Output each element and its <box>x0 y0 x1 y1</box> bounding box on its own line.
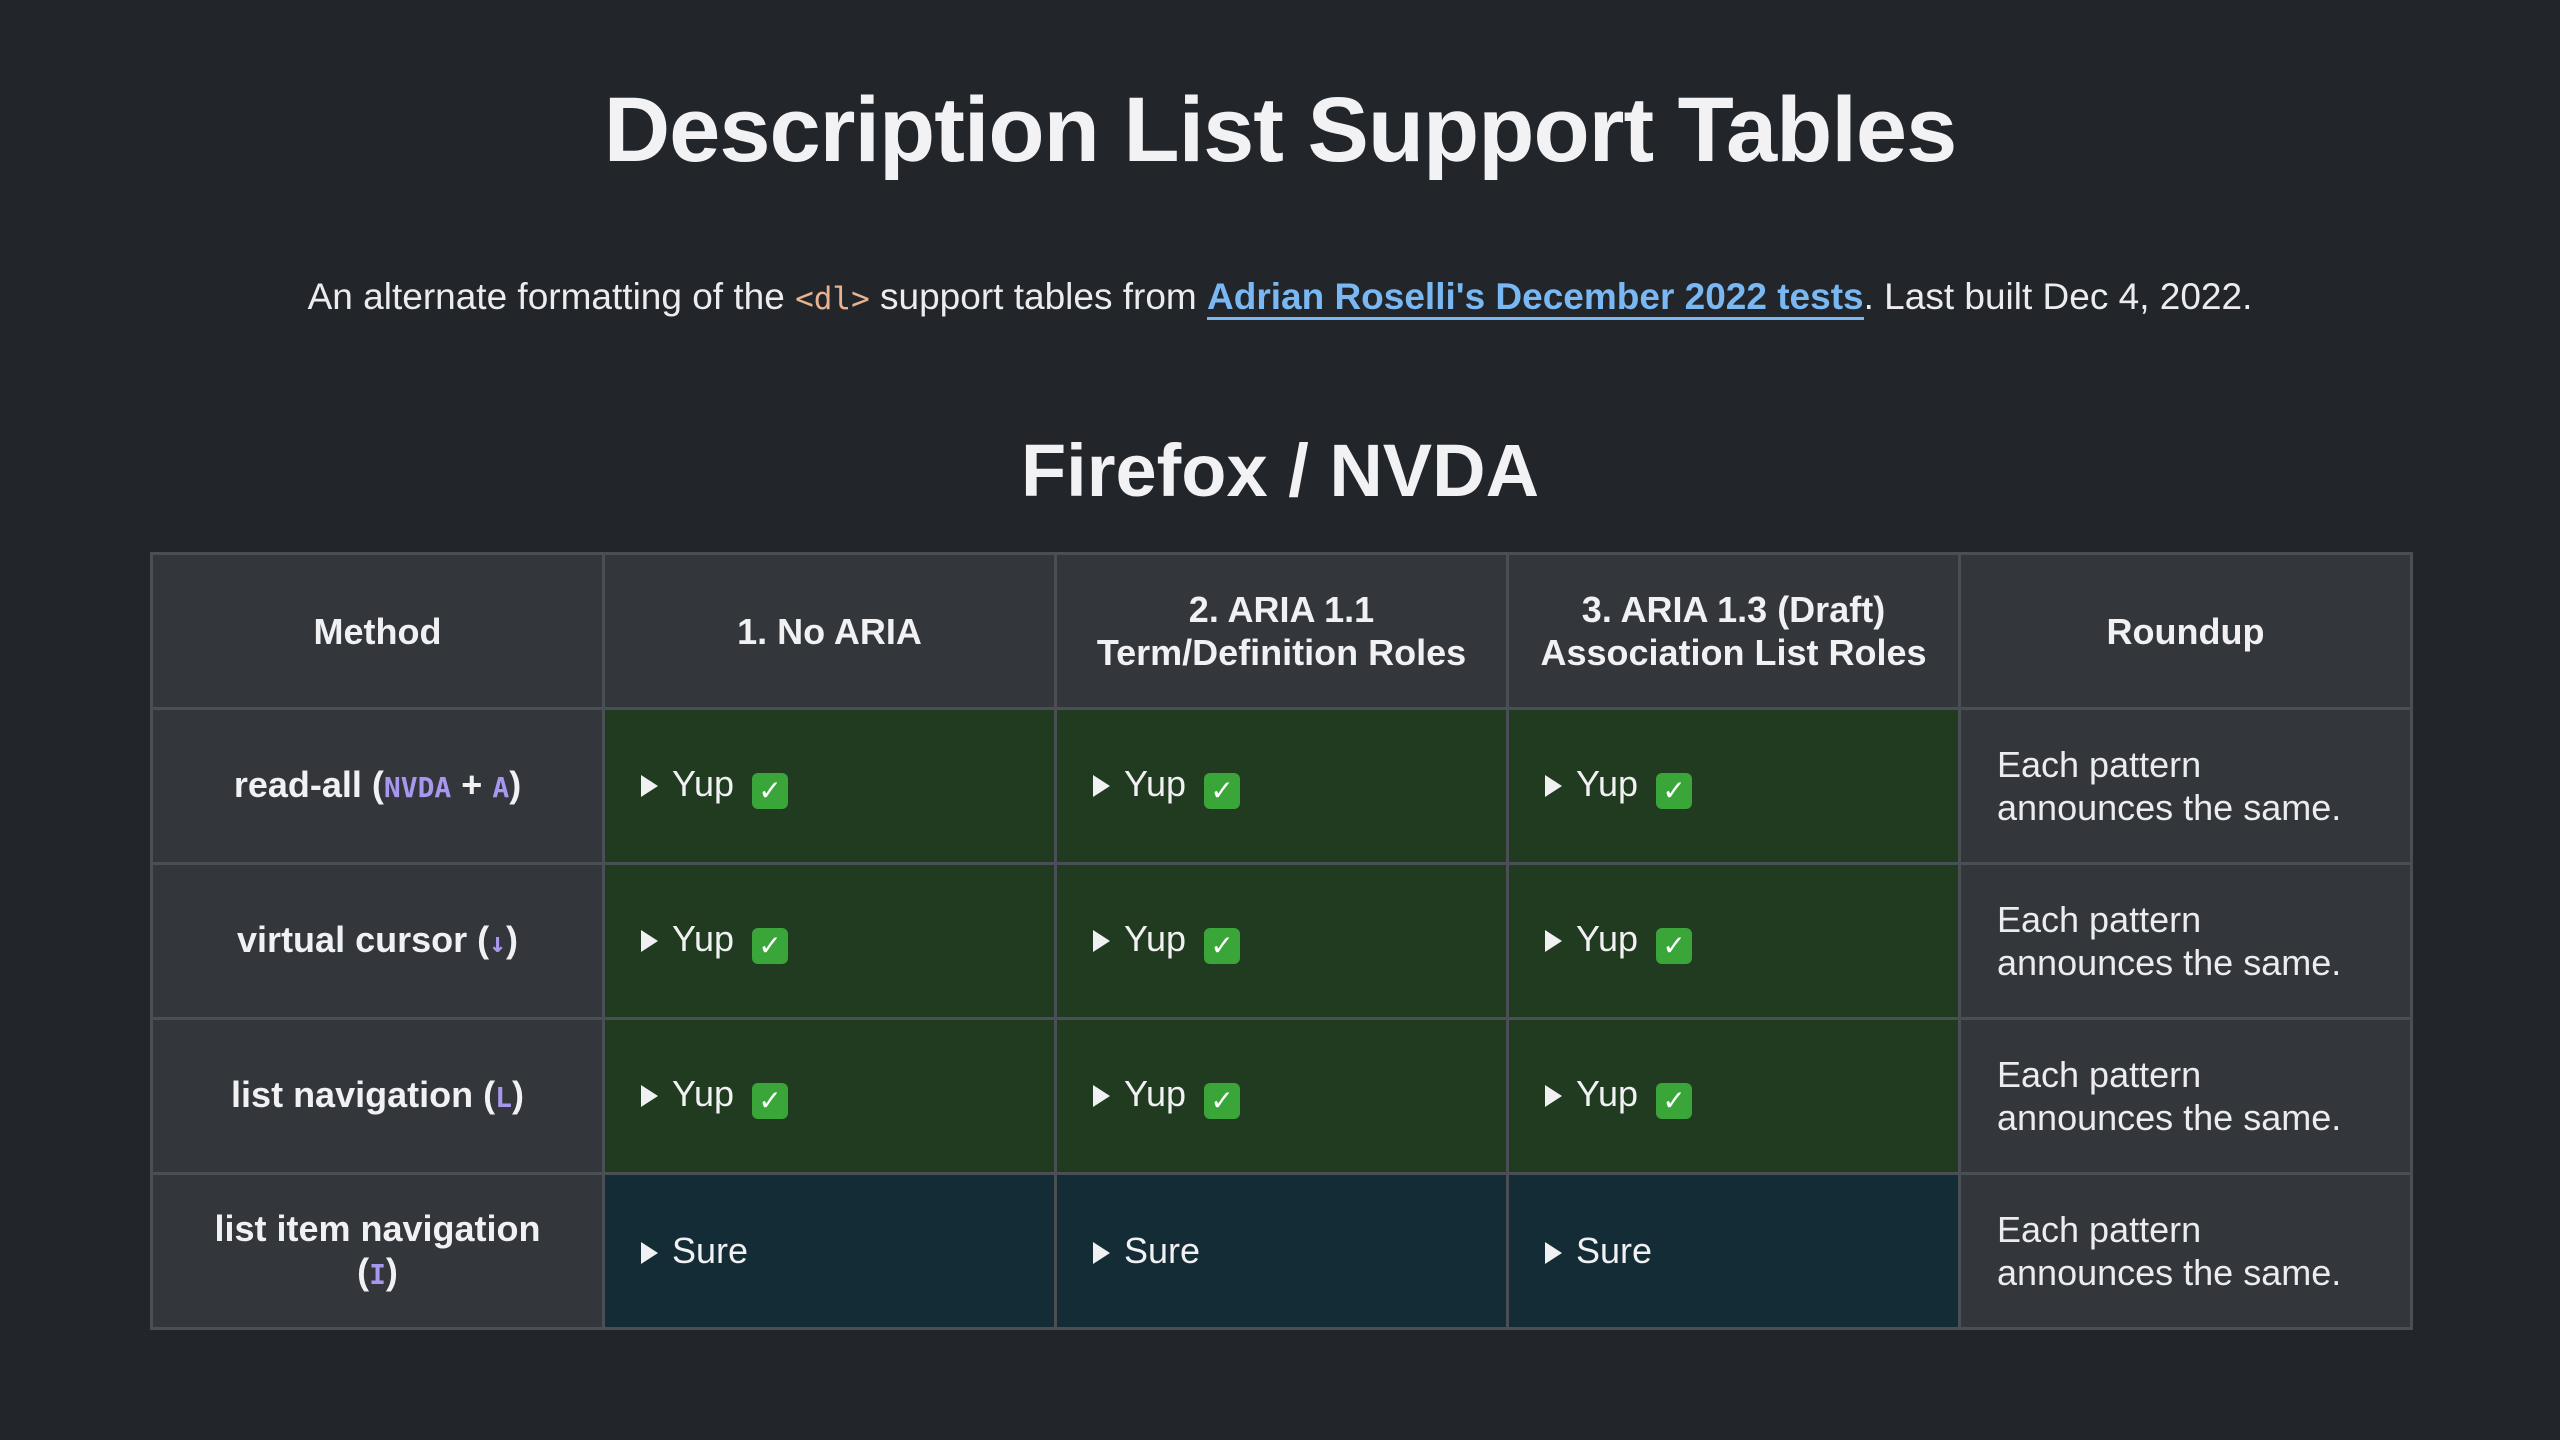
header-aria-1-3: 3. ARIA 1.3 (Draft) Association List Role… <box>1506 552 1961 710</box>
result-cell[interactable]: Yup ✓ <box>1054 862 1509 1020</box>
disclosure-triangle-icon[interactable] <box>641 930 658 952</box>
result-text: Yup <box>672 1073 735 1114</box>
result-text: Sure <box>1124 1230 1201 1271</box>
result-text: Yup <box>1576 918 1639 959</box>
paren-open: ( <box>357 1250 370 1292</box>
method-label: virtual cursor ( <box>237 919 490 960</box>
tests-link[interactable]: Adrian Roselli's December 2022 tests <box>1207 276 1864 320</box>
paren-close: ) <box>509 764 522 805</box>
method-cell: list item navigation (I) <box>150 1172 605 1330</box>
method-cell: read-all (NVDA + A) <box>150 707 605 865</box>
table-header-row: Method 1. No ARIA 2. ARIA 1.1 Term/Defini… <box>150 552 2413 710</box>
disclosure-triangle-icon[interactable] <box>1545 1085 1562 1107</box>
result-text: Yup <box>1576 1073 1639 1114</box>
roundup-cell: Each pattern announces the same. <box>1958 1017 2413 1175</box>
header-no-aria: 1. No ARIA <box>602 552 1057 710</box>
result-cell[interactable]: Sure <box>1054 1172 1509 1330</box>
kbd-i: I <box>369 1257 386 1291</box>
result-cell[interactable]: Yup ✓ <box>1054 1017 1509 1175</box>
check-mark-icon: ✓ <box>1204 773 1241 809</box>
paren-close: ) <box>505 919 518 960</box>
result-text: Yup <box>1576 763 1639 804</box>
paren-close: ) <box>511 1074 524 1115</box>
table-row: list item navigation (I) Sure Sure Sure E… <box>150 1172 2413 1330</box>
disclosure-triangle-icon[interactable] <box>1093 1085 1110 1107</box>
page: Description List Support Tables An alter… <box>0 0 2560 1440</box>
result-text: Yup <box>672 763 735 804</box>
plus-sign: + <box>451 764 493 805</box>
result-text: Sure <box>672 1230 749 1271</box>
support-table: Method 1. No ARIA 2. ARIA 1.1 Term/Defini… <box>150 552 2413 1330</box>
result-cell[interactable]: Yup ✓ <box>1054 707 1509 865</box>
disclosure-triangle-icon[interactable] <box>1093 930 1110 952</box>
result-text: Yup <box>672 918 735 959</box>
paren-close: ) <box>385 1250 398 1292</box>
result-text: Sure <box>1576 1230 1653 1271</box>
result-cell[interactable]: Yup ✓ <box>1506 1017 1961 1175</box>
header-aria-1-1-line2: Term/Definition Roles <box>1096 632 1467 673</box>
method-cell: virtual cursor (↓) <box>150 862 605 1020</box>
disclosure-triangle-icon[interactable] <box>1545 1242 1562 1264</box>
disclosure-triangle-icon[interactable] <box>1545 775 1562 797</box>
result-cell[interactable]: Yup ✓ <box>1506 707 1961 865</box>
roundup-cell: Each pattern announces the same. <box>1958 1172 2413 1330</box>
kbd-l: L <box>495 1081 512 1114</box>
page-title: Description List Support Tables <box>603 79 1958 181</box>
result-text: Yup <box>1124 1073 1187 1114</box>
table-row: virtual cursor (↓) Yup ✓ Yup ✓ Yup ✓ Each p… <box>150 862 2413 1020</box>
roundup-cell: Each pattern announces the same. <box>1958 862 2413 1020</box>
method-cell: list navigation (L) <box>150 1017 605 1175</box>
result-cell[interactable]: Yup ✓ <box>602 1017 1057 1175</box>
header-aria-1-1-line1: 2. ARIA 1.1 <box>1188 589 1375 630</box>
section-title: Firefox / NVDA <box>1020 429 1540 512</box>
check-mark-icon: ✓ <box>752 1083 789 1119</box>
disclosure-triangle-icon[interactable] <box>641 1242 658 1264</box>
result-cell[interactable]: Sure <box>1506 1172 1961 1330</box>
result-cell[interactable]: Yup ✓ <box>602 862 1057 1020</box>
kbd-a: A <box>492 771 510 804</box>
intro-text: An alternate formatting of the <box>307 276 796 317</box>
intro-text-3: . Last built Dec 4, 2022. <box>1863 276 2253 317</box>
result-cell[interactable]: Sure <box>602 1172 1057 1330</box>
header-aria-1-3-line1: 3. ARIA 1.3 (Draft) <box>1581 589 1886 630</box>
roundup-cell: Each pattern announces the same. <box>1958 707 2413 865</box>
disclosure-triangle-icon[interactable] <box>641 1085 658 1107</box>
check-mark-icon: ✓ <box>1656 1083 1693 1119</box>
result-text: Yup <box>1124 763 1187 804</box>
disclosure-triangle-icon[interactable] <box>641 775 658 797</box>
check-mark-icon: ✓ <box>752 928 789 964</box>
intro-text-2: support tables from <box>869 276 1207 317</box>
check-mark-icon: ✓ <box>1656 773 1693 809</box>
check-mark-icon: ✓ <box>1204 1083 1241 1119</box>
disclosure-triangle-icon[interactable] <box>1093 1242 1110 1264</box>
result-cell[interactable]: Yup ✓ <box>602 707 1057 865</box>
method-label: list navigation ( <box>231 1074 496 1115</box>
table-row: list navigation (L) Yup ✓ Yup ✓ Yup ✓ Each … <box>150 1017 2413 1175</box>
kbd-down-arrow: ↓ <box>489 926 506 959</box>
dl-code: <dl> <box>795 281 870 317</box>
result-cell[interactable]: Yup ✓ <box>1506 862 1961 1020</box>
intro-paragraph: An alternate formatting of the <dl> supp… <box>0 276 2560 320</box>
kbd-nvda: NVDA <box>383 771 452 804</box>
check-mark-icon: ✓ <box>1656 928 1693 964</box>
method-label: list item navigation <box>214 1207 541 1249</box>
disclosure-triangle-icon[interactable] <box>1545 930 1562 952</box>
result-text: Yup <box>1124 918 1187 959</box>
check-mark-icon: ✓ <box>752 773 789 809</box>
header-method: Method <box>150 552 605 710</box>
check-mark-icon: ✓ <box>1204 928 1241 964</box>
table-row: read-all (NVDA + A) Yup ✓ Yup ✓ Yup ✓ Each … <box>150 707 2413 865</box>
disclosure-triangle-icon[interactable] <box>1093 775 1110 797</box>
method-label: read-all ( <box>233 764 384 805</box>
header-aria-1-1: 2. ARIA 1.1 Term/Definition Roles <box>1054 552 1509 710</box>
header-roundup: Roundup <box>1958 552 2413 710</box>
header-aria-1-3-line2: Association List Roles <box>1540 632 1927 673</box>
